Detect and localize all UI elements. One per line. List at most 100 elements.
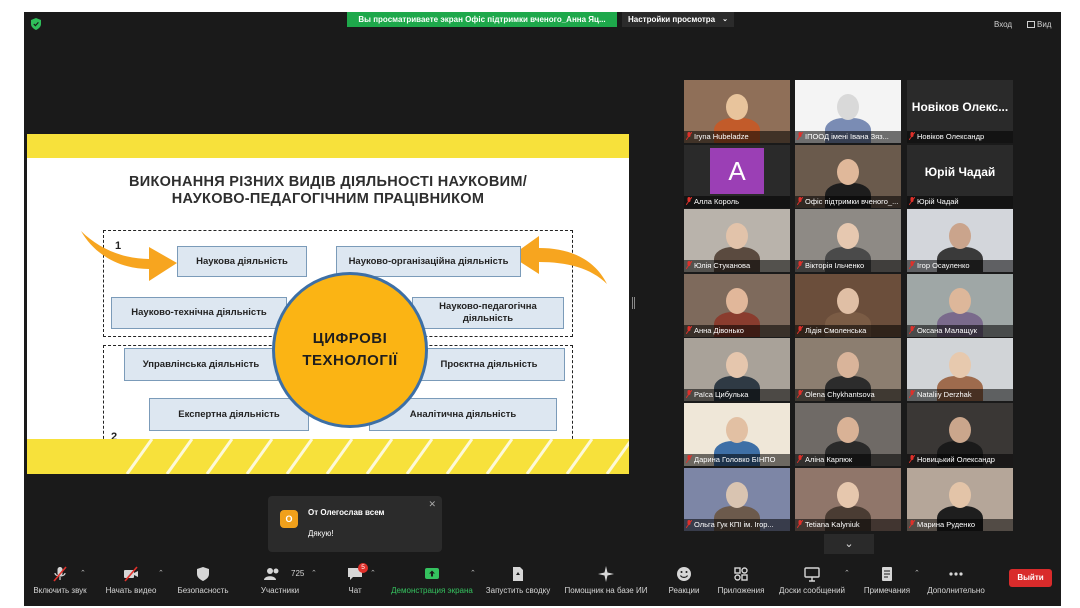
- participants-button[interactable]: 725 ⌃ Участники: [249, 560, 317, 606]
- participant-name-bar: Офіс підтримки вченого_...: [795, 196, 901, 208]
- chevron-down-icon: ⌄: [722, 16, 728, 23]
- muted-mic-icon: [53, 566, 67, 582]
- participant-name: Tetiana Kalyniuk: [805, 520, 860, 529]
- chevron-up-icon[interactable]: ⌃: [311, 569, 317, 577]
- participant-tile[interactable]: Olena Chykhantsova: [795, 338, 901, 401]
- view-settings-button[interactable]: Настройки просмотра ⌄: [622, 12, 734, 27]
- participant-name-bar: Аліна Карпюк: [795, 454, 901, 466]
- person-face: [837, 159, 859, 185]
- muted-mic-icon: [686, 390, 692, 398]
- chat-notification[interactable]: O От Олегослав всем Дякую! ✕: [268, 496, 442, 552]
- participant-tile[interactable]: Юлія Стуканова: [684, 209, 790, 272]
- participant-tile[interactable]: Ігор Осауленко: [907, 209, 1013, 272]
- security-button[interactable]: Безопасность: [172, 560, 234, 606]
- chat-button[interactable]: 5 ⌃ Чат: [334, 560, 376, 606]
- person-face: [949, 482, 971, 508]
- reactions-label: Реакции: [668, 586, 700, 595]
- whiteboard-icon: [804, 567, 820, 582]
- chevron-up-icon[interactable]: ⌃: [158, 569, 164, 577]
- muted-mic-icon: [797, 326, 803, 334]
- chevron-up-icon[interactable]: ⌃: [914, 569, 920, 577]
- person-face: [726, 417, 748, 443]
- participant-name: Новицький Олександр: [917, 455, 995, 464]
- participant-tile[interactable]: Аліна Карпюк: [795, 403, 901, 466]
- chevron-up-icon[interactable]: ⌃: [844, 569, 850, 577]
- participant-tile[interactable]: Tetiana Kalyniuk: [795, 468, 901, 531]
- participant-tile[interactable]: Юрій Чадай Юрій Чадай: [907, 145, 1013, 208]
- participant-tile[interactable]: Iryna Hubeladze: [684, 80, 790, 143]
- participant-name-bar: Новицький Олександр: [907, 454, 1013, 466]
- chevron-up-icon[interactable]: ⌃: [80, 569, 86, 577]
- whiteboards-button[interactable]: ⌃ Доски сообщений: [774, 560, 850, 606]
- close-icon[interactable]: ✕: [428, 499, 436, 510]
- participant-name: Ігор Осауленко: [917, 261, 970, 270]
- muted-mic-icon: [686, 520, 692, 528]
- participant-name-bar: Оксана Малащук: [907, 325, 1013, 337]
- notes-label: Примечания: [863, 586, 911, 595]
- chevron-up-icon[interactable]: ⌃: [370, 569, 376, 577]
- share-screen-icon: [425, 568, 439, 579]
- more-button[interactable]: Дополнительно: [922, 560, 990, 606]
- activity-box: Наукова діяльність: [177, 246, 307, 277]
- person-face: [837, 417, 859, 443]
- participant-tile[interactable]: A Алла Король: [684, 145, 790, 208]
- notes-button[interactable]: ⌃ Примечания: [856, 560, 920, 606]
- participants-icon: [264, 568, 279, 580]
- apps-button[interactable]: Приложения: [712, 560, 770, 606]
- participant-tile[interactable]: Оксана Малащук: [907, 274, 1013, 337]
- participant-tile[interactable]: Ольга Гук КПІ ім. Ігор...: [684, 468, 790, 531]
- participant-tile[interactable]: ІПООД імені Івана Зяз...: [795, 80, 901, 143]
- participant-tile[interactable]: Новіков Олекс... Новіков Олександр: [907, 80, 1013, 143]
- person-face: [726, 223, 748, 249]
- layout-icon: [1027, 21, 1035, 28]
- view-settings-label: Настройки просмотра: [628, 15, 716, 24]
- unmute-button[interactable]: ⌃ Включить звук: [24, 560, 96, 606]
- right-arrow-icon: [511, 236, 607, 284]
- start-video-button[interactable]: ⌃ Начать видео: [100, 560, 164, 606]
- muted-mic-icon: [909, 197, 915, 205]
- chat-label: Чат: [348, 586, 362, 595]
- participant-name-bar: Tetiana Kalyniuk: [795, 519, 901, 531]
- participant-name: Дарина Головко БІНПО: [694, 455, 776, 464]
- participant-name: Юрій Чадай: [917, 197, 959, 206]
- shield-icon[interactable]: [31, 18, 41, 30]
- participant-name: Iryna Hubeladze: [694, 132, 749, 141]
- gallery-scroll-down-button[interactable]: ⌄: [824, 534, 874, 554]
- video-off-icon: [124, 566, 138, 582]
- leave-button[interactable]: Выйти: [1009, 569, 1052, 587]
- participants-count: 725: [291, 569, 305, 578]
- summary-button[interactable]: Запустить сводку: [482, 560, 554, 606]
- participant-name-bar: Olena Chykhantsova: [795, 389, 901, 401]
- participant-tile[interactable]: Офіс підтримки вченого_...: [795, 145, 901, 208]
- view-button[interactable]: Вид: [1027, 20, 1051, 29]
- muted-mic-icon: [797, 390, 803, 398]
- ai-assistant-button[interactable]: Помощник на базе ИИ: [560, 560, 652, 606]
- reactions-button[interactable]: Реакции: [660, 560, 708, 606]
- person-face: [726, 482, 748, 508]
- person-face: [726, 94, 748, 120]
- muted-mic-icon: [686, 455, 692, 463]
- participant-name: Вікторія Ільченко: [805, 261, 865, 270]
- participant-tile[interactable]: Анна Дівонько: [684, 274, 790, 337]
- person-face: [837, 352, 859, 378]
- activity-box: Експертна діяльність: [149, 398, 309, 431]
- participant-tile[interactable]: Марина Руденко: [907, 468, 1013, 531]
- share-screen-button[interactable]: ⌃ Демонстрация экрана: [386, 560, 478, 606]
- participant-tile[interactable]: Nataliiy Derzhak: [907, 338, 1013, 401]
- muted-mic-icon: [797, 132, 803, 140]
- participant-tile[interactable]: Новицький Олександр: [907, 403, 1013, 466]
- participant-tile[interactable]: Раїса Цибулька: [684, 338, 790, 401]
- enter-button[interactable]: Вход: [994, 20, 1012, 29]
- participant-tile[interactable]: Вікторія Ільченко: [795, 209, 901, 272]
- participant-tile[interactable]: Дарина Головко БІНПО: [684, 403, 790, 466]
- participant-name-bar: Дарина Головко БІНПО: [684, 454, 790, 466]
- participant-name: Юлія Стуканова: [694, 261, 751, 270]
- slide-bottom-band: [27, 439, 629, 474]
- participant-tile[interactable]: Лідія Смоленська: [795, 274, 901, 337]
- slide-title-line-1: ВИКОНАННЯ РІЗНИХ ВИДІВ ДІЯЛЬНОСТІ НАУКОВ…: [128, 174, 528, 190]
- person-face: [949, 417, 971, 443]
- split-view-handle[interactable]: [632, 297, 635, 309]
- participant-name-bar: Лідія Смоленська: [795, 325, 901, 337]
- chevron-up-icon[interactable]: ⌃: [470, 569, 476, 577]
- participant-name: Марина Руденко: [917, 520, 975, 529]
